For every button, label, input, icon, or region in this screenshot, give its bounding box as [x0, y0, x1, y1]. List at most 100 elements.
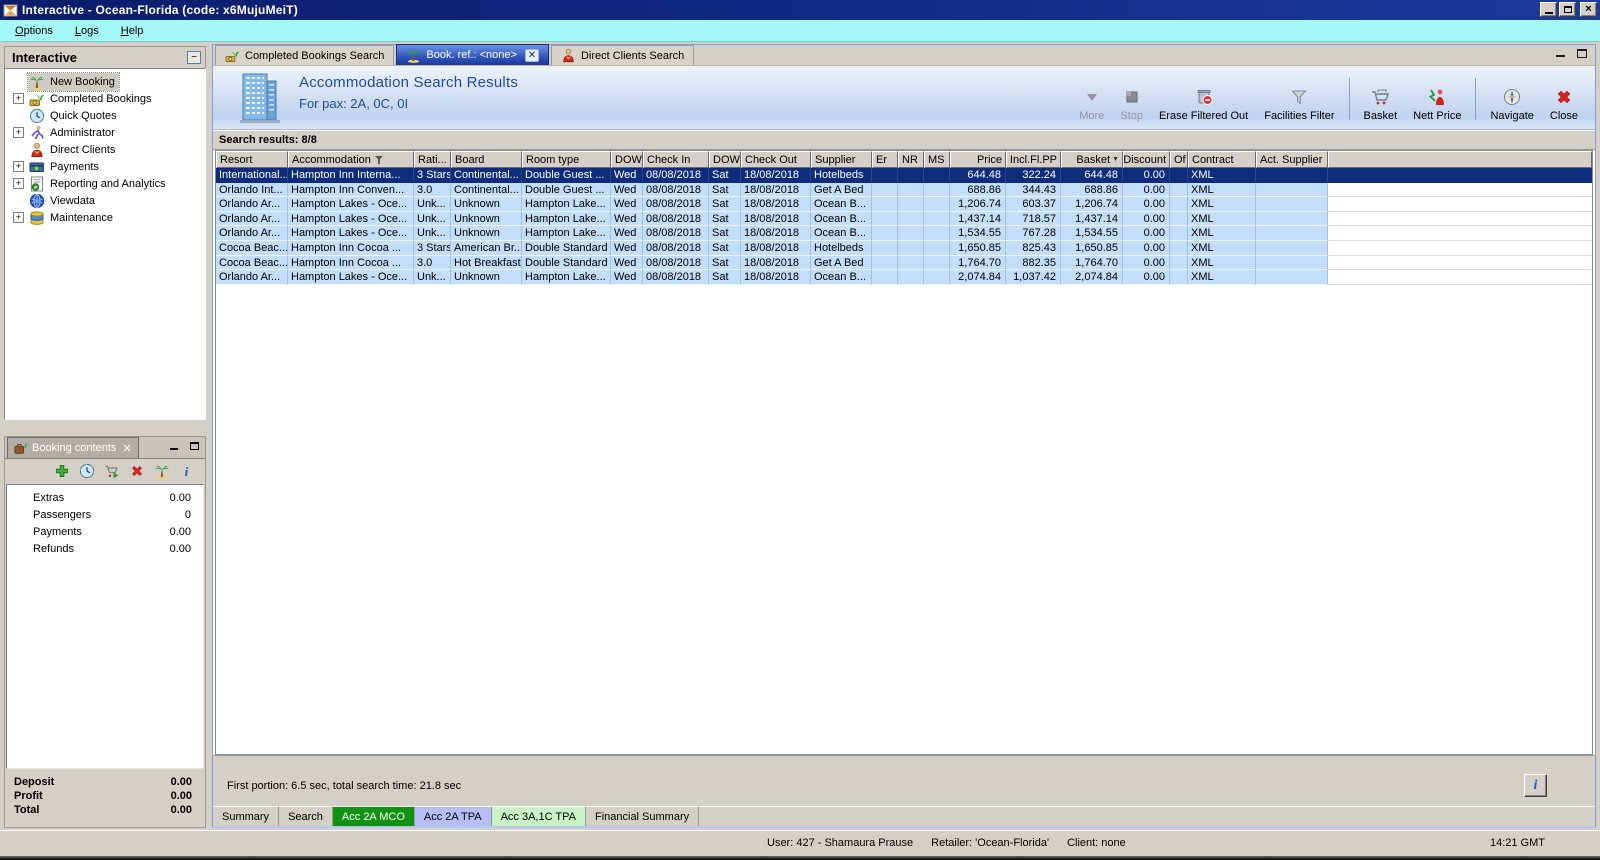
column-header-dow[interactable]: DOW: [611, 151, 643, 168]
column-header-check-in[interactable]: Check In: [643, 151, 709, 168]
result-row[interactable]: Cocoa Beac... Hampton Inn Cocoa ... 3 Star…: [216, 240, 1592, 256]
column-header-contract[interactable]: Contract: [1188, 151, 1256, 168]
bottom-tab-acc-2a-mco[interactable]: Acc 2A MCO: [332, 806, 415, 826]
erase-filtered-out-button[interactable]: Erase Filtered Out: [1152, 74, 1255, 124]
column-header-incl-fl-pp[interactable]: Incl.Fl.PP: [1006, 151, 1061, 168]
sidebar-item-quick-quotes[interactable]: Quick Quotes: [5, 107, 205, 124]
sidebar-item-maintenance[interactable]: + Maintenance: [5, 209, 205, 226]
menu-logs[interactable]: Logs: [66, 23, 108, 39]
sidebar-item-viewdata[interactable]: Viewdata: [5, 192, 205, 209]
cell-rati: 3.0: [414, 182, 451, 198]
minimize-button[interactable]: [1540, 2, 1557, 17]
column-header-label: Accommodation: [292, 153, 371, 166]
booking-total-value: 0.00: [170, 776, 192, 788]
booking-minimize-button[interactable]: [167, 440, 181, 452]
menu-options[interactable]: Options: [6, 23, 62, 39]
result-row[interactable]: Orlando Int... Hampton Inn Conven... 3.0 Co…: [216, 182, 1592, 198]
result-row[interactable]: International... Hampton Inn Interna... 3 …: [216, 168, 1592, 183]
nett-price-button[interactable]: Nett Price: [1406, 74, 1468, 124]
restore-button[interactable]: [1559, 2, 1576, 17]
bottom-tab-summary[interactable]: Summary: [213, 806, 280, 826]
cell-er: [872, 211, 898, 227]
sidebar-item-completed-bookings[interactable]: + Completed Bookings: [5, 90, 205, 107]
column-header-ms[interactable]: MS: [924, 151, 950, 168]
expand-icon[interactable]: +: [13, 212, 24, 223]
expand-icon[interactable]: +: [13, 178, 24, 189]
navigate-button[interactable]: Navigate: [1483, 74, 1540, 124]
expand-icon[interactable]: +: [13, 93, 24, 104]
result-row[interactable]: Orlando Ar... Hampton Lakes - Oce... Unk..…: [216, 197, 1592, 212]
column-header-check-out[interactable]: Check Out: [741, 151, 811, 168]
sidebar-item-payments[interactable]: + Payments: [5, 158, 205, 175]
stop-button[interactable]: Stop: [1113, 74, 1150, 124]
more-button[interactable]: More: [1072, 74, 1111, 124]
panel-minimize-button[interactable]: [1553, 47, 1567, 59]
svg-text:i: i: [185, 464, 189, 479]
booking-row-label: Passengers: [33, 508, 92, 521]
add-button[interactable]: [54, 463, 70, 479]
column-header-price[interactable]: Price: [950, 151, 1006, 168]
close-window-button[interactable]: ×: [1580, 2, 1597, 17]
sidebar-item-new-booking[interactable]: New Booking: [5, 71, 205, 92]
close-tab-icon[interactable]: ✕: [524, 48, 539, 62]
column-header-nr[interactable]: NR: [898, 151, 924, 168]
add-to-basket-button[interactable]: [104, 463, 120, 479]
filter-icon[interactable]: [374, 155, 384, 164]
column-header-rati[interactable]: Rati...: [414, 151, 451, 168]
bottom-tab-acc-2a-tpa[interactable]: Acc 2A TPA: [414, 806, 492, 826]
column-header-basket[interactable]: Basket ▼: [1061, 151, 1123, 168]
column-header-room-type[interactable]: Room type: [522, 151, 611, 168]
menu-help[interactable]: Help: [112, 23, 153, 39]
basket-button[interactable]: Basket: [1357, 74, 1405, 124]
cell-er: [872, 182, 898, 198]
cell-supplier: Get A Bed: [811, 182, 872, 198]
facilities-filter-button[interactable]: Facilities Filter: [1257, 74, 1341, 124]
completed-bookings-icon: [225, 48, 240, 63]
quick-quote-button[interactable]: [79, 463, 95, 479]
column-header-er[interactable]: Er: [872, 151, 898, 168]
cell-price: 1,534.55: [950, 226, 1006, 241]
tree-item-label-wrap: Payments: [28, 158, 103, 176]
column-header-act-supplier[interactable]: Act. Supplier: [1256, 151, 1328, 168]
booking-contents-tab[interactable]: Booking contents ✕: [7, 437, 139, 458]
column-header-board[interactable]: Board: [451, 151, 522, 168]
booking-button[interactable]: [154, 463, 170, 479]
sidebar-item-administrator[interactable]: + Administrator: [5, 124, 205, 141]
tab-completed-bookings-search[interactable]: Completed Bookings Search: [215, 45, 395, 65]
bottom-tab-search[interactable]: Search: [279, 806, 333, 826]
close-booking-contents-icon[interactable]: ✕: [122, 442, 131, 455]
column-header-resort[interactable]: Resort: [216, 151, 288, 168]
info-button[interactable]: i: [1524, 774, 1547, 797]
booking-maximize-button[interactable]: [187, 440, 201, 452]
panel-maximize-button[interactable]: [1575, 47, 1589, 59]
booking-total-label: Total: [14, 804, 40, 816]
column-header-dow[interactable]: DOW: [709, 151, 741, 168]
search-results-count: Search results: 8/8: [213, 130, 1595, 150]
column-header-supplier[interactable]: Supplier: [811, 151, 872, 168]
row-filler: [1328, 226, 1592, 241]
tab-book-ref-none[interactable]: Book. ref.: <none> ✕: [396, 44, 549, 65]
sidebar-collapse-button[interactable]: −: [187, 51, 201, 64]
info-icon: i: [1533, 777, 1538, 793]
bottom-tab-acc-3a-1c-tpa[interactable]: Acc 3A,1C TPA: [491, 806, 586, 826]
sidebar-item-reporting-and-analytics[interactable]: + Reporting and Analytics: [5, 175, 205, 192]
column-header-of[interactable]: Of: [1170, 151, 1188, 168]
expand-icon[interactable]: +: [13, 161, 24, 172]
close-results-button[interactable]: Close: [1543, 74, 1585, 124]
result-row[interactable]: Orlando Ar... Hampton Lakes - Oce... Unk..…: [216, 226, 1592, 241]
column-header-accommodation[interactable]: Accommodation: [288, 151, 414, 168]
delete-button[interactable]: [129, 463, 145, 479]
result-row[interactable]: Cocoa Beac... Hampton Inn Cocoa ... 3.0 Hot…: [216, 255, 1592, 271]
cell-nr: [898, 211, 924, 227]
cell-check-in: 08/08/2018: [643, 270, 709, 285]
bottom-tab-financial-summary[interactable]: Financial Summary: [585, 806, 700, 826]
result-row[interactable]: Orlando Ar... Hampton Lakes - Oce... Unk..…: [216, 211, 1592, 227]
booking-contents-panel: Booking contents ✕ i Extras 0.00 Passenger…: [4, 436, 206, 828]
sidebar-item-direct-clients[interactable]: Direct Clients: [5, 141, 205, 158]
tab-direct-clients-search[interactable]: Direct Clients Search: [550, 45, 695, 65]
column-header-discount[interactable]: Discount: [1123, 151, 1170, 168]
info-button[interactable]: i: [179, 463, 195, 479]
result-row[interactable]: Orlando Ar... Hampton Lakes - Oce... Unk..…: [216, 270, 1592, 285]
expand-icon[interactable]: +: [13, 127, 24, 138]
cell-of: [1170, 255, 1188, 271]
